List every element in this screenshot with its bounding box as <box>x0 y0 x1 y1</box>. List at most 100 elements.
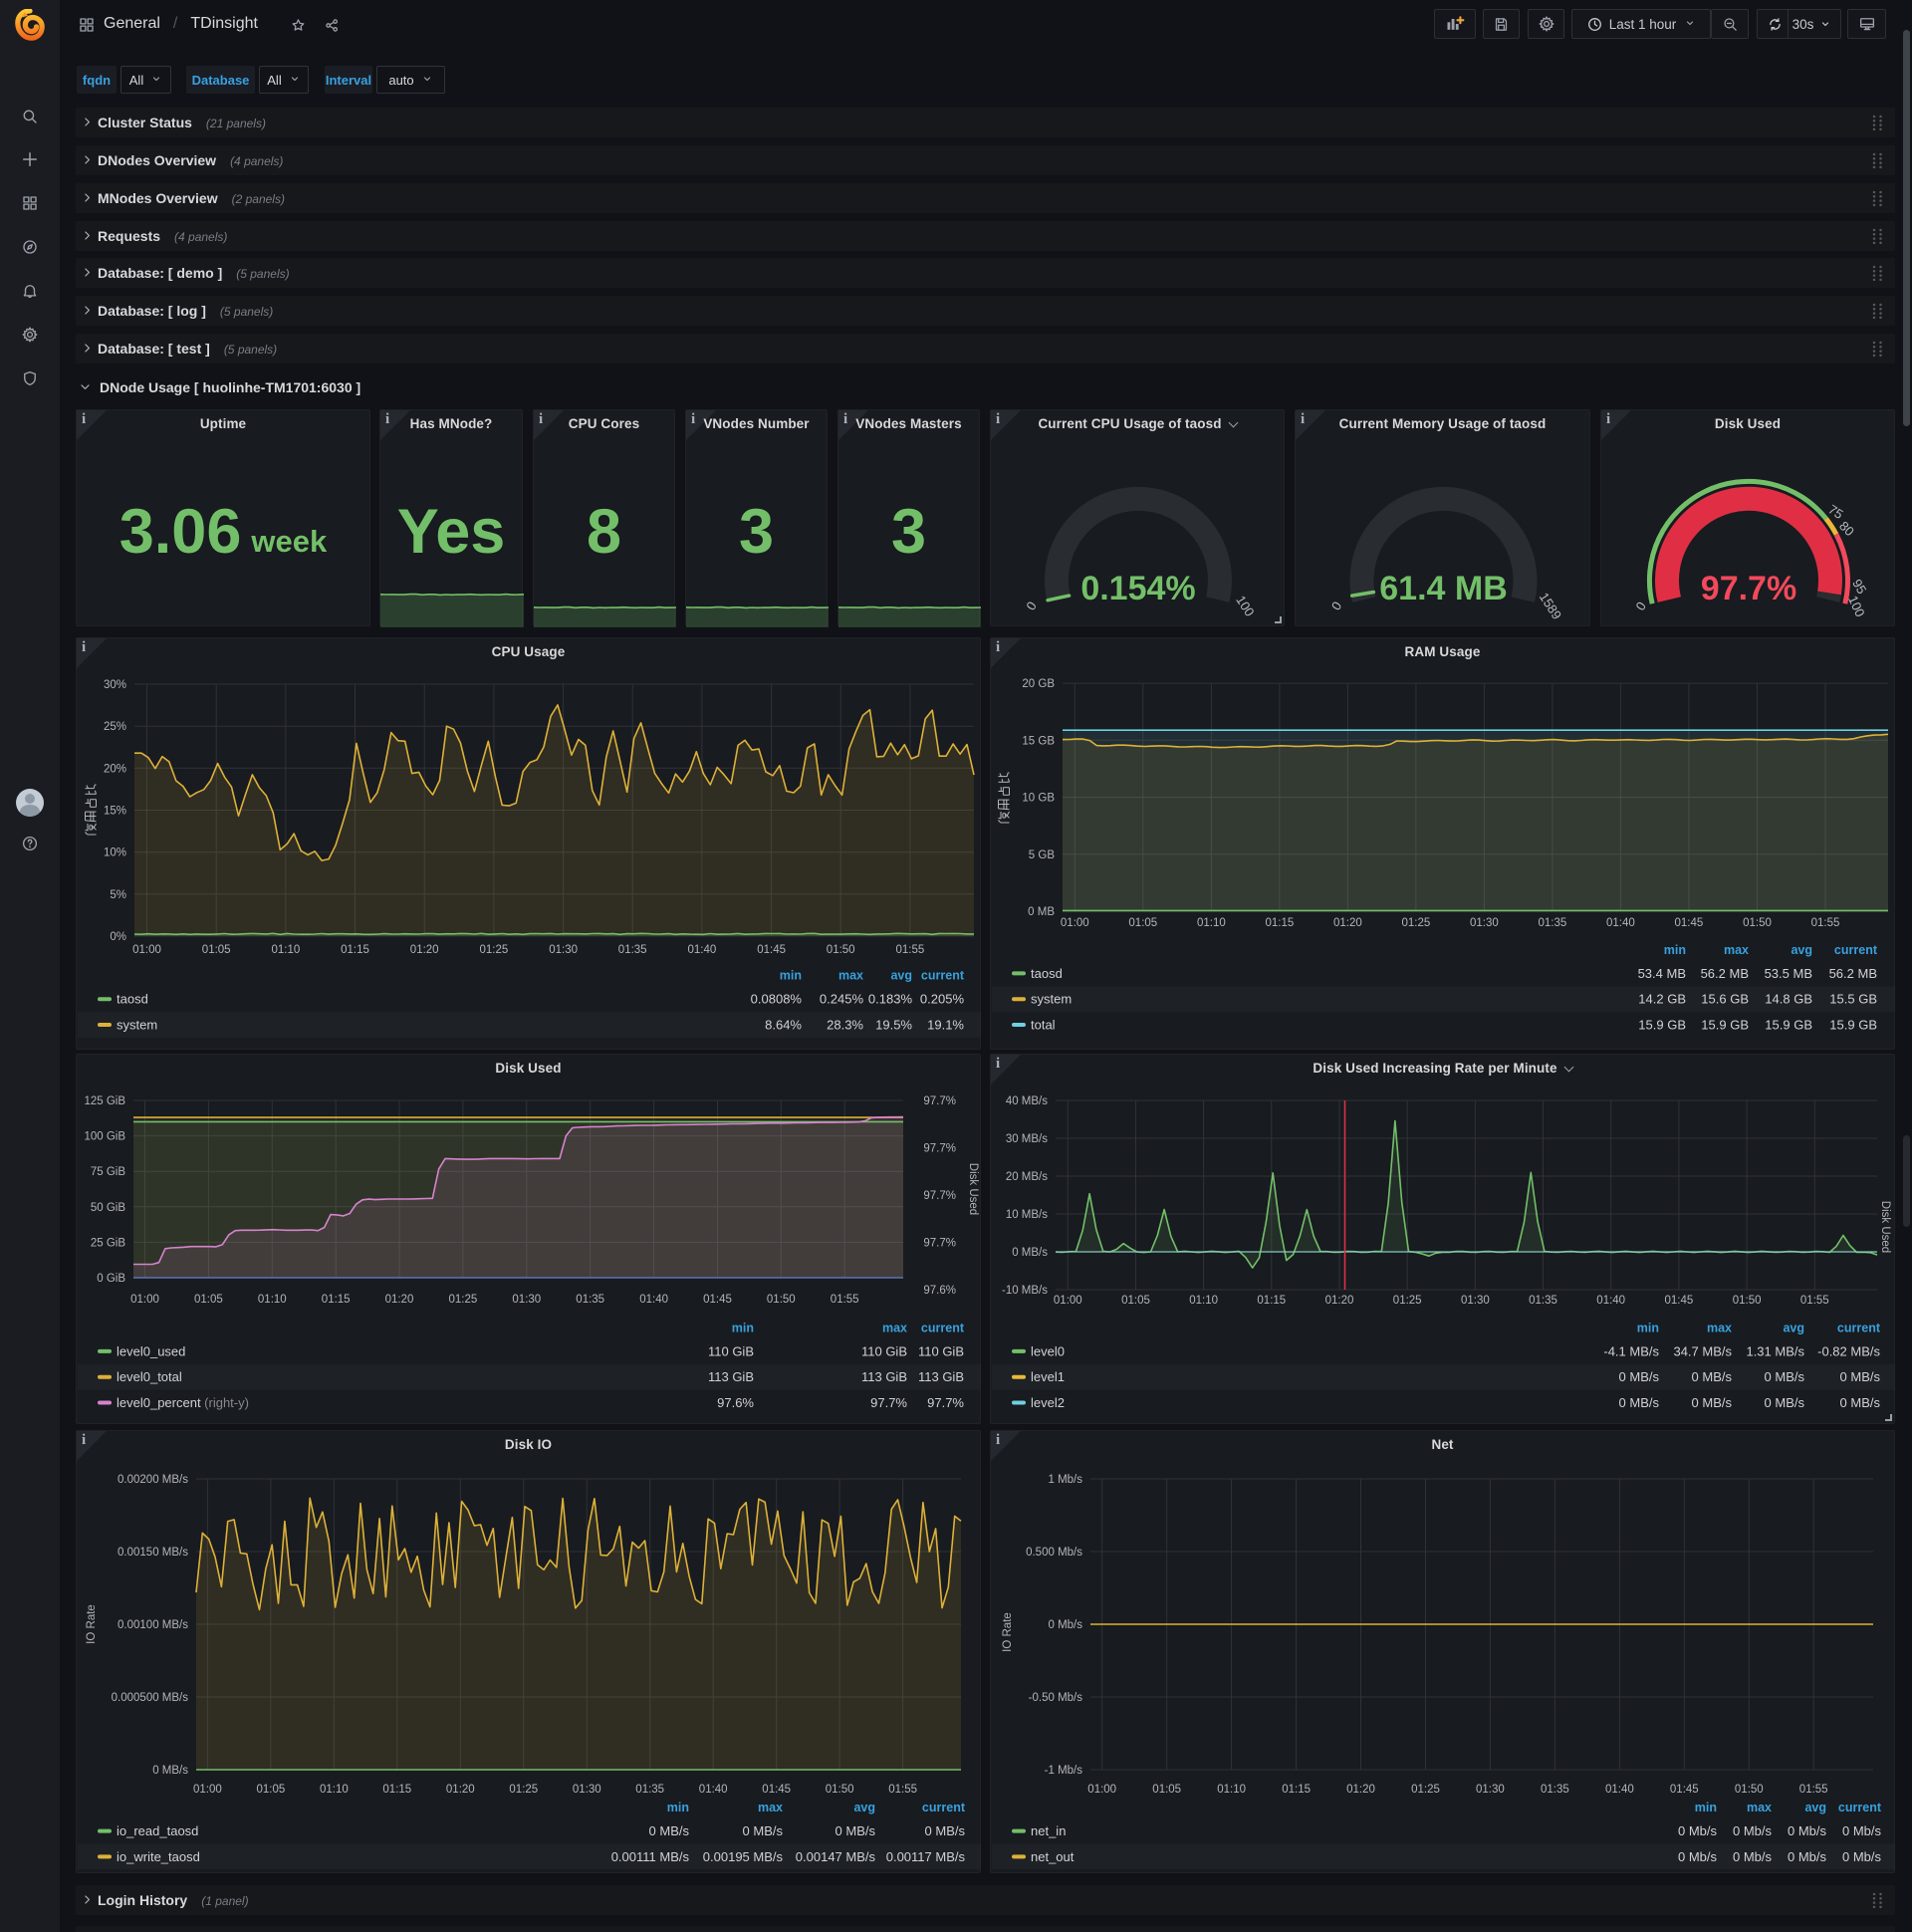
svg-text:current: current <box>921 1321 965 1334</box>
svg-text:113 GiB: 113 GiB <box>708 1369 754 1384</box>
svg-text:15.9 GB: 15.9 GB <box>1829 1018 1877 1033</box>
svg-text:100: 100 <box>1233 593 1257 618</box>
svg-text:-1 Mb/s: -1 Mb/s <box>1045 1765 1083 1777</box>
svg-text:0: 0 <box>1632 600 1649 613</box>
svg-text:01:50: 01:50 <box>767 1294 796 1306</box>
svg-text:01:00: 01:00 <box>1061 917 1089 929</box>
svg-text:IO Rate: IO Rate <box>1002 1612 1014 1652</box>
svg-text:01:45: 01:45 <box>762 1784 791 1796</box>
svg-text:01:35: 01:35 <box>618 944 647 956</box>
svg-text:01:30: 01:30 <box>1461 1295 1490 1307</box>
svg-text:20 MB/s: 20 MB/s <box>1006 1171 1048 1183</box>
svg-text:01:05: 01:05 <box>1128 917 1157 929</box>
svg-text:01:25: 01:25 <box>449 1294 478 1306</box>
svg-text:0 MB/s: 0 MB/s <box>1692 1369 1733 1384</box>
svg-text:0.00195 MB/s: 0.00195 MB/s <box>703 1849 784 1864</box>
svg-text:01:05: 01:05 <box>202 944 231 956</box>
svg-text:max: max <box>1747 1801 1772 1814</box>
svg-text:min: min <box>1664 943 1686 957</box>
svg-text:0 MB/s: 0 MB/s <box>1619 1369 1660 1384</box>
svg-text:0 MB/s: 0 MB/s <box>1840 1395 1881 1410</box>
svg-text:-4.1 MB/s: -4.1 MB/s <box>1603 1343 1659 1358</box>
svg-text:0 Mb/s: 0 Mb/s <box>1678 1849 1718 1864</box>
svg-text:97.7%: 97.7% <box>923 1190 956 1202</box>
svg-text:113 GiB: 113 GiB <box>861 1369 907 1384</box>
svg-text:level0_used: level0_used <box>117 1343 185 1358</box>
svg-text:01:25: 01:25 <box>480 944 509 956</box>
svg-text:01:55: 01:55 <box>1800 1295 1829 1307</box>
svg-text:30 MB/s: 30 MB/s <box>1006 1133 1048 1145</box>
svg-text:01:15: 01:15 <box>322 1294 351 1306</box>
svg-text:30%: 30% <box>104 679 126 691</box>
svg-text:01:15: 01:15 <box>1266 917 1295 929</box>
svg-text:0.00117 MB/s: 0.00117 MB/s <box>886 1849 966 1864</box>
svg-text:0.000500 MB/s: 0.000500 MB/s <box>112 1692 189 1704</box>
svg-text:0.0808%: 0.0808% <box>751 992 803 1007</box>
svg-text:0.00100 MB/s: 0.00100 MB/s <box>118 1619 188 1631</box>
svg-text:34.7 MB/s: 34.7 MB/s <box>1673 1343 1732 1358</box>
svg-text:01:10: 01:10 <box>272 944 301 956</box>
svg-text:io_write_taosd: io_write_taosd <box>117 1849 200 1864</box>
svg-text:01:10: 01:10 <box>258 1294 287 1306</box>
svg-text:level0_total: level0_total <box>117 1369 182 1384</box>
svg-text:01:40: 01:40 <box>1596 1295 1625 1307</box>
svg-text:97.7%: 97.7% <box>923 1238 956 1250</box>
svg-text:0 GiB: 0 GiB <box>97 1273 125 1285</box>
svg-text:0%: 0% <box>110 931 126 943</box>
svg-text:40 MB/s: 40 MB/s <box>1006 1095 1048 1107</box>
svg-text:0: 0 <box>1023 599 1040 612</box>
svg-text:0 MB/s: 0 MB/s <box>649 1823 690 1838</box>
svg-text:01:40: 01:40 <box>699 1784 728 1796</box>
svg-text:75 GiB: 75 GiB <box>91 1166 125 1178</box>
svg-text:min: min <box>667 1801 689 1814</box>
svg-text:0 Mb/s: 0 Mb/s <box>1048 1619 1082 1631</box>
svg-text:01:05: 01:05 <box>257 1784 286 1796</box>
svg-text:current: current <box>922 1801 966 1814</box>
svg-text:01:35: 01:35 <box>1541 1784 1569 1796</box>
svg-text:01:50: 01:50 <box>1733 1295 1762 1307</box>
svg-text:min: min <box>780 969 802 983</box>
svg-text:01:30: 01:30 <box>573 1784 601 1796</box>
svg-text:01:40: 01:40 <box>1605 1784 1634 1796</box>
svg-text:net_out: net_out <box>1031 1849 1075 1864</box>
svg-text:0.00150 MB/s: 0.00150 MB/s <box>118 1547 188 1559</box>
svg-text:01:00: 01:00 <box>193 1784 222 1796</box>
svg-text:01:55: 01:55 <box>831 1294 859 1306</box>
svg-text:Disk Used: Disk Used <box>1879 1201 1891 1253</box>
svg-text:min: min <box>1695 1801 1717 1814</box>
svg-text:0 MB/s: 0 MB/s <box>925 1823 966 1838</box>
svg-text:system: system <box>1031 992 1072 1007</box>
svg-text:20%: 20% <box>104 763 126 775</box>
svg-text:taosd: taosd <box>117 992 148 1007</box>
svg-text:01:30: 01:30 <box>1470 917 1499 929</box>
svg-text:level1: level1 <box>1031 1369 1065 1384</box>
svg-text:0 Mb/s: 0 Mb/s <box>1788 1849 1827 1864</box>
svg-text:current: current <box>921 969 965 983</box>
svg-text:level2: level2 <box>1031 1395 1065 1410</box>
svg-text:8.64%: 8.64% <box>765 1018 802 1033</box>
svg-text:97.7%: 97.7% <box>923 1143 956 1155</box>
svg-text:15.9 GB: 15.9 GB <box>1765 1018 1812 1033</box>
svg-text:01:30: 01:30 <box>512 1294 541 1306</box>
svg-text:125 GiB: 125 GiB <box>84 1095 125 1107</box>
svg-text:20 GB: 20 GB <box>1022 678 1055 690</box>
svg-text:10%: 10% <box>104 847 126 859</box>
svg-text:113 GiB: 113 GiB <box>918 1369 964 1384</box>
svg-text:0 MB/s: 0 MB/s <box>743 1823 784 1838</box>
svg-text:avg: avg <box>1791 943 1812 957</box>
svg-text:max: max <box>1707 1321 1732 1334</box>
svg-text:01:40: 01:40 <box>688 944 717 956</box>
svg-text:max: max <box>838 969 863 983</box>
svg-text:56.2 MB: 56.2 MB <box>1701 966 1749 981</box>
svg-text:0 Mb/s: 0 Mb/s <box>1842 1849 1882 1864</box>
svg-text:01:20: 01:20 <box>1333 917 1362 929</box>
svg-text:net_in: net_in <box>1031 1823 1066 1838</box>
svg-text:max: max <box>1724 943 1749 957</box>
svg-text:19.5%: 19.5% <box>875 1018 912 1033</box>
svg-text:Disk Used: Disk Used <box>967 1163 979 1215</box>
svg-text:01:00: 01:00 <box>130 1294 159 1306</box>
svg-text:01:10: 01:10 <box>1217 1784 1246 1796</box>
svg-text:01:20: 01:20 <box>385 1294 414 1306</box>
svg-text:avg: avg <box>853 1801 875 1814</box>
svg-text:0.00111 MB/s: 0.00111 MB/s <box>611 1849 690 1864</box>
